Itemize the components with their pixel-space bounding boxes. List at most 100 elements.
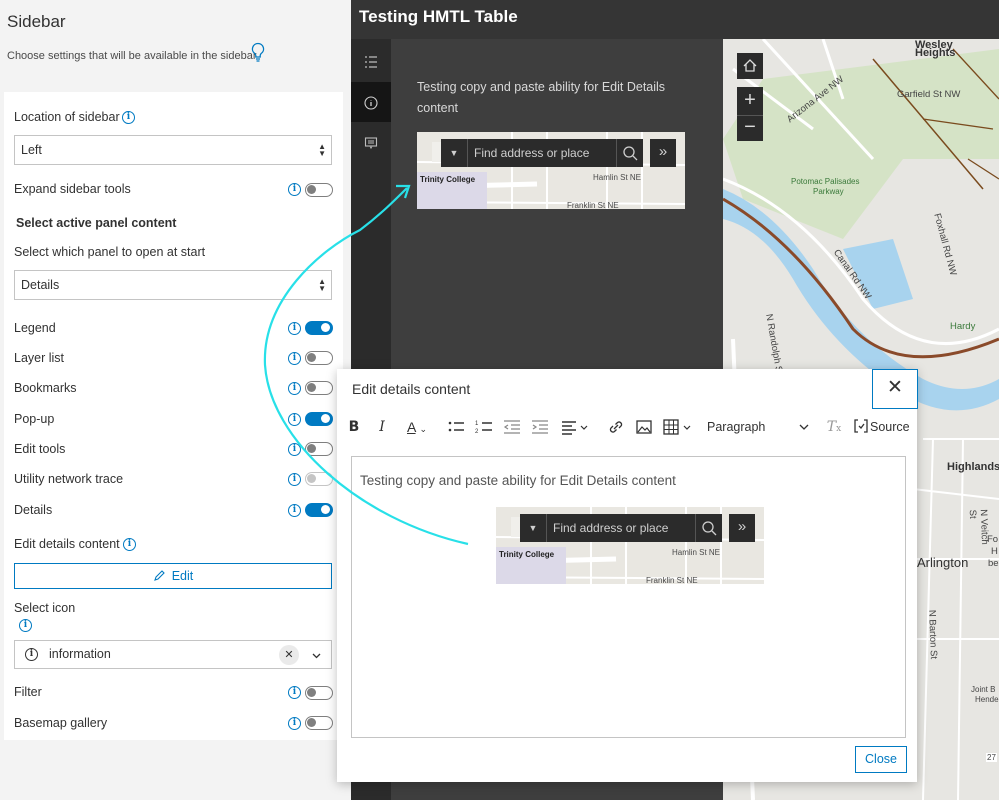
settings-header: Sidebar Choose settings that will be ava… [0,0,350,92]
outdent-icon[interactable] [503,418,521,436]
table-icon[interactable] [663,418,695,436]
edit-details-modal: Edit details content ✕ B I A ⌄ 12 Paragr… [337,369,918,782]
map-label: 27 [986,753,997,762]
editor-paragraph[interactable]: Testing copy and paste ability for Edit … [360,473,676,488]
align-icon[interactable] [561,418,591,436]
modal-title: Edit details content [352,381,471,397]
info-icon[interactable]: i [288,413,301,426]
basemap-toggle[interactable] [305,716,333,730]
numbered-list-icon[interactable]: 12 [475,418,493,436]
info-icon[interactable]: i [19,619,32,632]
search-source-dropdown[interactable]: ▼ [441,139,468,167]
information-icon: i [25,648,38,661]
chevron-down-icon [799,424,809,430]
info-icon[interactable]: i [122,111,135,124]
map-label: Hamlin St NE [672,548,721,557]
info-icon[interactable]: i [288,473,301,486]
editor-map-image[interactable]: ▼ Find address or place » Trinity Colleg… [496,507,764,584]
bookmarks-label: Bookmarks [14,381,77,395]
filter-toggle[interactable] [305,686,333,700]
map-label: Trinity College [499,550,555,559]
close-button[interactable]: Close [855,746,907,773]
map-label: Heights [915,47,956,59]
panel-start-select-value: Details [21,278,60,292]
zoom-in-button[interactable]: + [737,87,763,115]
info-icon[interactable]: i [288,686,301,699]
edit-details-label: Edit details content [14,537,120,551]
popup-toggle[interactable] [305,412,333,426]
utility-trace-toggle[interactable] [305,472,333,486]
clear-icon[interactable]: ✕ [279,645,299,665]
edit-tools-toggle[interactable] [305,442,333,456]
details-map-image: ▼ Find address or place » Trinity Colleg… [417,132,685,209]
clear-formatting-icon[interactable]: Tx [825,418,843,436]
indent-icon[interactable] [531,418,549,436]
map-label: Highlands [947,461,999,473]
text-color-icon[interactable]: A ⌄ [401,418,433,436]
search-widget[interactable]: ▼ Find address or place [441,139,643,167]
search-widget: ▼ Find address or place [520,514,722,542]
details-toggle[interactable] [305,503,333,517]
info-icon[interactable]: i [288,504,301,517]
section-heading: Select active panel content [16,216,177,230]
editor-toolbar: B I A ⌄ 12 Paragraph Tx Source [337,409,917,445]
location-label: Location of sidebar [14,110,120,124]
details-rail-button[interactable] [351,82,391,122]
settings-title: Sidebar [7,12,66,31]
info-icon[interactable]: i [288,443,301,456]
bulleted-list-icon[interactable] [447,418,465,436]
location-select[interactable]: Left ▲ ▼ [14,135,332,165]
info-icon[interactable]: i [288,352,301,365]
edit-button[interactable]: Edit [14,563,332,589]
source-button[interactable]: Source [852,418,912,436]
zoom-out-button[interactable]: − [737,115,763,141]
search-icon [623,146,638,161]
sidebar-settings-panel: Sidebar Choose settings that will be ava… [0,0,350,800]
paragraph-format-select[interactable]: Paragraph [707,418,813,436]
bookmarks-toggle[interactable] [305,381,333,395]
edit-button-label: Edit [171,569,194,583]
map-label: ber [988,558,999,569]
home-button[interactable] [737,53,763,79]
utility-trace-label: Utility network trace [14,472,124,486]
info-icon[interactable]: i [288,717,301,730]
lightbulb-icon[interactable] [250,42,266,64]
expand-toggle[interactable] [305,183,333,197]
panel-start-label: Select which panel to open at start [14,245,206,259]
settings-description: Choose settings that will be available i… [7,50,257,62]
search-placeholder: Find address or place [553,521,669,535]
info-icon[interactable]: i [123,538,136,551]
panel-start-select[interactable]: Details ▲ ▼ [14,270,332,300]
map-label: Franklin St NE [567,201,619,209]
details-label: Details [14,503,53,517]
app-header: Testing HMTL Table [351,0,999,39]
layer-list-rail-button[interactable] [351,41,391,81]
rich-text-editor[interactable]: Testing copy and paste ability for Edit … [351,456,906,738]
italic-icon[interactable]: I [373,418,391,436]
paragraph-format-value: Paragraph [707,420,766,434]
source-icon [854,419,868,433]
details-text: Testing copy and paste ability for Edit … [417,80,666,115]
search-button [695,514,722,542]
legend-toggle[interactable] [305,321,333,335]
bold-icon[interactable]: B [345,418,363,436]
map-label: H [991,546,998,557]
chevron-down-icon[interactable] [311,650,322,661]
layer-list-toggle[interactable] [305,351,333,365]
pencil-icon [153,570,165,581]
info-icon[interactable]: i [288,183,301,196]
map-label: N Barton St [926,609,939,660]
image-icon[interactable] [635,418,653,436]
expand-chevron-icon[interactable]: » [650,139,676,167]
edit-tools-label: Edit tools [14,442,66,456]
popup-rail-button[interactable] [351,122,391,162]
close-icon[interactable]: ✕ [872,369,918,409]
info-icon[interactable]: i [288,322,301,335]
icon-select[interactable]: i information ✕ [14,640,332,669]
link-icon[interactable] [607,418,625,436]
svg-text:1: 1 [475,421,479,427]
map-label: Garfield St NW [897,89,961,100]
basemap-label: Basemap gallery [14,716,108,730]
info-icon[interactable]: i [288,382,301,395]
search-button[interactable] [616,139,643,167]
